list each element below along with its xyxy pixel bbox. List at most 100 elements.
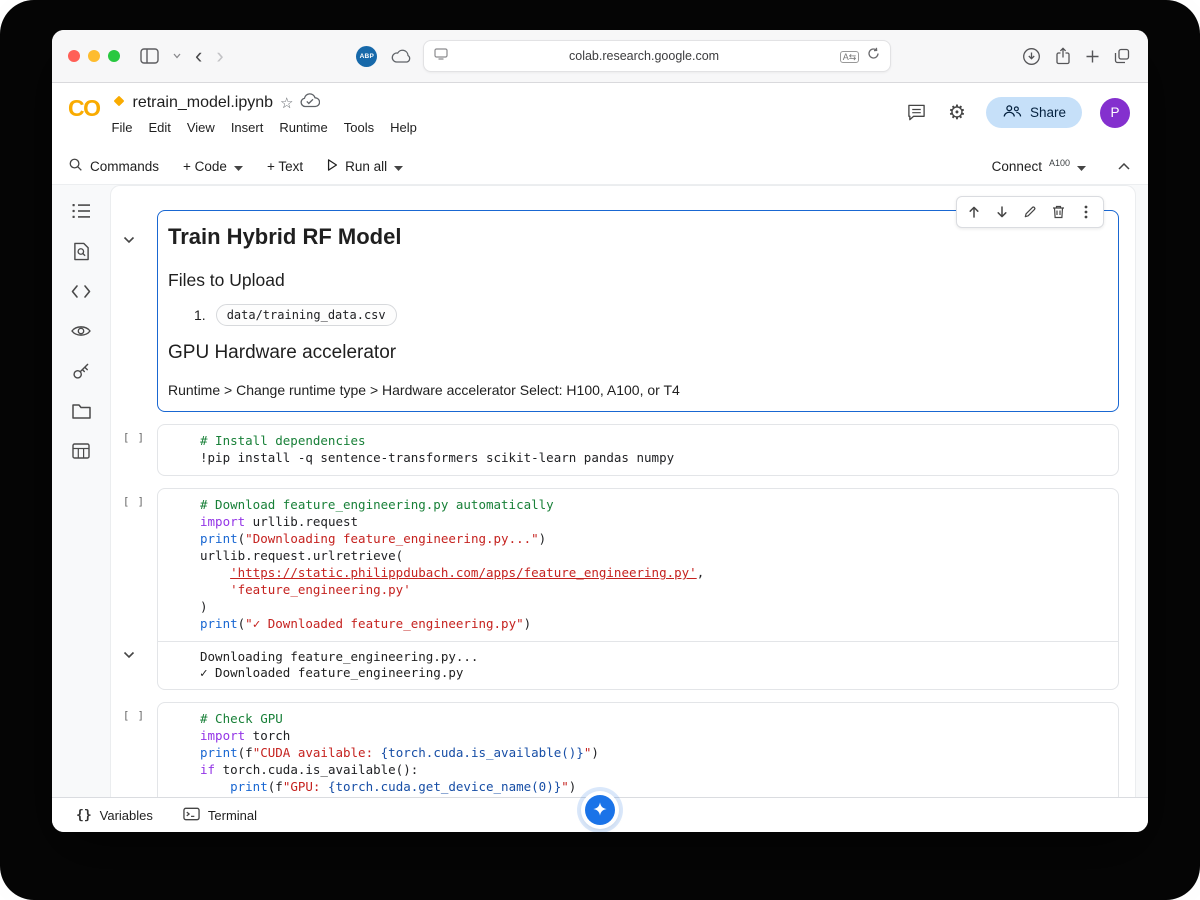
run-cell-button[interactable]: [ ] <box>121 431 151 445</box>
data-table-icon[interactable] <box>67 438 95 464</box>
share-button[interactable]: Share <box>985 97 1082 128</box>
menu-file[interactable]: File <box>104 117 141 138</box>
cell-gutter: [ ] <box>121 702 157 797</box>
accelerator-label: A100 <box>1048 157 1070 168</box>
cell-output: Downloading feature_engineering.py... ✓ D… <box>158 641 1118 689</box>
toolbar-right: Connect A100 <box>992 157 1132 174</box>
close-window-button[interactable] <box>68 50 80 62</box>
adblock-extension-icon[interactable]: ABP <box>354 44 379 69</box>
list-marker: 1. <box>194 307 206 323</box>
gpu-heading: GPU Hardware accelerator <box>168 342 397 363</box>
terminal-icon <box>183 807 200 824</box>
content-area: Train Hybrid RF Model Files to Upload 1.… <box>52 185 1148 797</box>
markdown-cell-row: Train Hybrid RF Model Files to Upload 1.… <box>121 196 1119 412</box>
minimize-window-button[interactable] <box>88 50 100 62</box>
browser-window: ‹ › ABP colab.research.google.com A⇆ CO … <box>52 30 1148 832</box>
braces-icon: {} <box>76 807 92 823</box>
code-cell[interactable]: # Install dependencies !pip install -q se… <box>157 424 1119 476</box>
move-cell-down-icon[interactable] <box>988 199 1016 225</box>
back-button[interactable]: ‹ <box>193 45 204 67</box>
menu-view[interactable]: View <box>179 117 223 138</box>
downloads-icon[interactable] <box>1020 45 1043 68</box>
collapse-output-icon[interactable] <box>123 647 135 662</box>
chevron-down-icon <box>394 159 404 174</box>
move-cell-up-icon[interactable] <box>960 199 988 225</box>
chevron-down-icon <box>1077 159 1086 174</box>
code-snippets-icon[interactable] <box>67 278 95 304</box>
add-text-button[interactable]: + Text <box>267 159 303 174</box>
code-cell-row: [ ] # Check GPU import torch print(f"CUDA … <box>121 702 1119 797</box>
left-sidebar <box>52 185 110 797</box>
tab-group-chevron-icon[interactable] <box>171 51 183 61</box>
variables-button[interactable]: {} Variables <box>76 808 153 823</box>
code-editor[interactable]: # Download feature_engineering.py automa… <box>158 489 1118 641</box>
desktop-background: ‹ › ABP colab.research.google.com A⇆ CO … <box>0 0 1200 900</box>
share-page-icon[interactable] <box>1053 45 1073 67</box>
menu-tools[interactable]: Tools <box>336 117 382 138</box>
run-cell-button[interactable]: [ ] <box>121 709 151 723</box>
markdown-cell[interactable]: Train Hybrid RF Model Files to Upload 1.… <box>157 196 1119 412</box>
header-actions: ⚙ Share P <box>905 97 1130 128</box>
new-tab-icon[interactable] <box>1083 47 1102 66</box>
find-replace-icon[interactable] <box>67 238 95 264</box>
notebook-title[interactable]: retrain_model.ipynb <box>133 94 274 112</box>
add-code-button[interactable]: + Code <box>183 159 243 174</box>
code-cell[interactable]: # Check GPU import torch print(f"CUDA avai… <box>157 702 1119 797</box>
menu-bar: File Edit View Insert Runtime Tools Help <box>104 117 425 138</box>
cell-gutter: [ ] <box>121 488 157 690</box>
traffic-lights <box>68 50 120 62</box>
code-editor[interactable]: # Check GPU import torch print(f"CUDA avai… <box>158 703 1118 797</box>
connect-button[interactable]: Connect A100 <box>992 157 1086 174</box>
menu-help[interactable]: Help <box>382 117 425 138</box>
sidebar-toggle-icon[interactable] <box>138 46 161 66</box>
colab-logo[interactable]: CO <box>68 95 101 122</box>
notebook-panel: Train Hybrid RF Model Files to Upload 1.… <box>110 185 1136 797</box>
menu-runtime[interactable]: Runtime <box>271 117 335 138</box>
more-options-icon[interactable] <box>1072 199 1100 225</box>
delete-cell-icon[interactable] <box>1044 199 1072 225</box>
address-bar[interactable]: colab.research.google.com A⇆ <box>423 40 892 72</box>
people-icon <box>1002 104 1022 121</box>
files-heading: Files to Upload <box>168 270 285 290</box>
zoom-window-button[interactable] <box>108 50 120 62</box>
reload-icon[interactable] <box>867 47 880 65</box>
collapse-header-icon[interactable] <box>1116 161 1132 172</box>
comments-icon[interactable] <box>905 101 928 124</box>
share-button-label: Share <box>1029 105 1066 120</box>
file-list-item: 1. data/training_data.csv <box>194 304 1100 326</box>
translate-icon[interactable]: A⇆ <box>839 47 860 65</box>
notebook-toolbar: Commands + Code + Text Run all Connect A… <box>52 148 1148 185</box>
code-cell[interactable]: # Download feature_engineering.py automa… <box>157 488 1119 690</box>
run-all-button[interactable]: Run all <box>327 158 404 175</box>
chevron-down-icon <box>233 159 243 174</box>
avatar[interactable]: P <box>1100 97 1130 128</box>
run-all-label: Run all <box>345 158 388 174</box>
settings-gear-icon[interactable]: ⚙ <box>946 101 968 125</box>
play-icon <box>327 158 338 175</box>
secrets-key-icon[interactable] <box>67 358 95 384</box>
variable-inspector-icon[interactable] <box>67 318 95 344</box>
code-editor[interactable]: # Install dependencies !pip install -q se… <box>158 425 1118 475</box>
cell-toolbar <box>956 196 1104 228</box>
menu-edit[interactable]: Edit <box>140 117 178 138</box>
url-text: colab.research.google.com <box>569 49 720 63</box>
status-bar: {} Variables Terminal <box>52 795 1148 832</box>
files-folder-icon[interactable] <box>67 398 95 424</box>
collapse-section-icon[interactable] <box>123 232 135 247</box>
icloud-tabs-icon[interactable] <box>389 47 413 65</box>
browser-toolbar: ‹ › ABP colab.research.google.com A⇆ <box>52 30 1148 83</box>
menu-insert[interactable]: Insert <box>223 117 272 138</box>
tab-overview-icon[interactable] <box>1112 46 1132 66</box>
commands-label: Commands <box>90 158 160 174</box>
search-icon <box>68 157 83 175</box>
forward-button[interactable]: › <box>214 45 225 67</box>
cloud-saved-icon[interactable] <box>300 93 321 113</box>
edit-cell-icon[interactable] <box>1016 199 1044 225</box>
variables-label: Variables <box>99 807 153 823</box>
table-of-contents-icon[interactable] <box>67 198 95 224</box>
gemini-spark-button[interactable] <box>585 795 615 825</box>
star-icon[interactable]: ☆ <box>280 94 293 112</box>
terminal-button[interactable]: Terminal <box>183 807 257 824</box>
commands-button[interactable]: Commands <box>68 157 159 175</box>
run-cell-button[interactable]: [ ] <box>121 495 151 509</box>
